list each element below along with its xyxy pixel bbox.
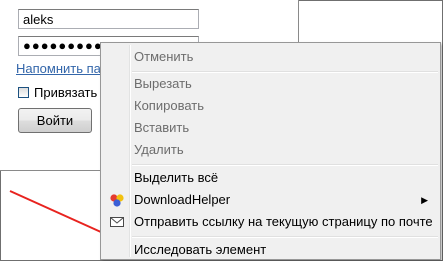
menu-item-copy[interactable]: Копировать — [103, 95, 438, 117]
envelope-icon — [110, 217, 124, 227]
remember-label: Привязать — [34, 85, 98, 101]
menu-item-delete[interactable]: Удалить — [103, 139, 438, 161]
menu-item-label: Вырезать — [134, 76, 192, 91]
context-menu: Отменить Вырезать Копировать Вставить Уд… — [100, 42, 441, 260]
menu-item-paste[interactable]: Вставить — [103, 117, 438, 139]
menu-item-label: Исследовать элемент — [134, 242, 267, 257]
menu-item-label: Отменить — [134, 49, 194, 64]
menu-separator — [132, 236, 438, 238]
menu-item-undo[interactable]: Отменить — [103, 46, 438, 68]
menu-item-label: DownloadHelper — [134, 192, 231, 207]
menu-item-label: Копировать — [134, 98, 204, 113]
menu-item-label: Отправить ссылку на текущую страницу по … — [134, 214, 433, 229]
remember-checkbox[interactable] — [18, 87, 29, 99]
downloadhelper-icon — [110, 194, 124, 207]
menu-item-cut[interactable]: Вырезать — [103, 73, 438, 95]
menu-item-downloadhelper[interactable]: DownloadHelper ▶ — [103, 189, 438, 211]
menu-separator — [132, 164, 438, 166]
username-input[interactable] — [18, 9, 199, 29]
menu-item-send-link[interactable]: Отправить ссылку на текущую страницу по … — [103, 211, 438, 233]
menu-item-label: Удалить — [134, 142, 184, 157]
remember-row: Привязать — [18, 84, 97, 100]
menu-item-inspect-element[interactable]: Исследовать элемент — [103, 239, 438, 261]
menu-item-select-all[interactable]: Выделить всё — [103, 167, 438, 189]
menu-item-label: Выделить всё — [134, 170, 219, 185]
login-button[interactable]: Войти — [18, 108, 92, 133]
submenu-arrow-icon: ▶ — [421, 195, 428, 205]
menu-item-label: Вставить — [134, 120, 190, 135]
remind-password-link[interactable]: Напомнить па — [16, 61, 101, 76]
